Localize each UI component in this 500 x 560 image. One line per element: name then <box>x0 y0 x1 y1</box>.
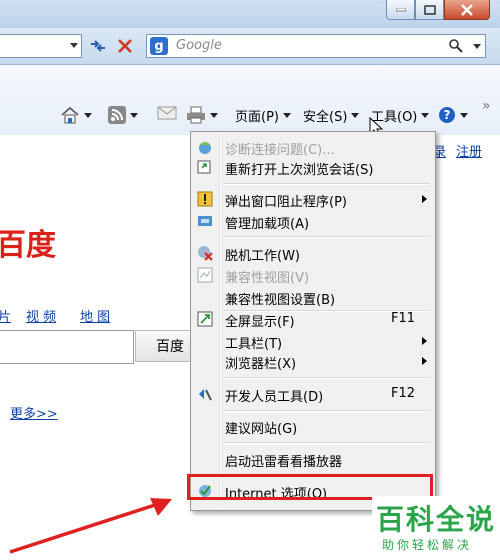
print-dropdown-icon[interactable] <box>210 112 218 118</box>
safety-menu-label: 安全(S) <box>303 110 348 125</box>
menu-item-diagnose[interactable]: 诊断连接问题(C)... <box>191 136 435 158</box>
menu-item-label: 管理加载项(A) <box>225 217 310 232</box>
minimize-icon <box>395 7 406 11</box>
menu-item-shortcut: F11 <box>390 311 415 326</box>
popup-blocker-icon <box>197 191 213 207</box>
page-menu-caret-icon <box>282 113 291 118</box>
menu-separator <box>223 410 429 412</box>
fullscreen-icon <box>197 311 213 327</box>
dev-tools-icon <box>199 389 212 401</box>
menu-item-suggested-sites[interactable]: 建议网站(G) <box>191 415 435 437</box>
submenu-arrow-icon <box>422 357 427 365</box>
address-bar-row: g Google <box>0 28 500 65</box>
rss-feed-icon <box>108 106 126 124</box>
svg-text:?: ? <box>444 108 451 122</box>
menu-item-label: 重新打开上次浏览会话(S) <box>225 163 374 178</box>
feeds-dropdown-icon[interactable] <box>130 112 138 118</box>
stop-button[interactable] <box>115 36 135 56</box>
watermark-subtitle: 助你轻松解决 <box>382 538 473 552</box>
baidu-logo: 百度 <box>0 228 56 263</box>
tools-dropdown-menu: 诊断连接问题(C)... 重新打开上次浏览会话(S) 弹出窗口阻止程序(P) 管… <box>190 131 436 511</box>
submenu-arrow-icon <box>422 195 427 203</box>
close-icon <box>461 3 473 16</box>
safety-menu[interactable]: 安全(S) <box>303 106 360 125</box>
home-button[interactable] <box>60 106 92 124</box>
watermark-title: 百科全说 <box>376 503 497 536</box>
page-menu[interactable]: 页面(P) <box>235 106 291 125</box>
nav-link-video[interactable]: 视 频 <box>26 306 56 325</box>
watermark: 百科全说 助你轻松解决 <box>372 496 500 560</box>
tools-menu-caret-icon <box>421 113 430 118</box>
title-bar <box>0 0 500 28</box>
print-button[interactable] <box>186 106 218 124</box>
menu-item-developer-tools[interactable]: 开发人员工具(D) F12 <box>191 383 435 405</box>
menu-item-label: 开发人员工具(D) <box>225 390 324 405</box>
baidu-search-button[interactable]: 百度 <box>135 330 195 362</box>
search-input[interactable]: g Google <box>146 34 486 58</box>
menu-separator <box>223 377 429 379</box>
menu-item-manage-addons[interactable]: 管理加载项(A) <box>191 210 435 232</box>
google-search-provider-icon: g <box>150 37 168 55</box>
mail-icon <box>157 106 177 120</box>
reopen-session-icon <box>197 160 211 174</box>
menu-item-label: 浏览器栏(X) <box>225 357 297 372</box>
menu-item-label: 弹出窗口阻止程序(P) <box>225 195 347 210</box>
nav-link-map[interactable]: 地 图 <box>80 306 110 325</box>
refresh-icon <box>91 40 105 52</box>
close-button[interactable] <box>444 0 490 20</box>
printer-icon <box>187 106 205 124</box>
menu-item-label: 全屏显示(F) <box>225 315 295 330</box>
compat-view-icon <box>197 267 213 283</box>
more-link[interactable]: 更多>> <box>10 403 58 422</box>
minimize-button[interactable] <box>386 0 415 20</box>
menu-item-label: 启动迅雷看看播放器 <box>225 455 343 470</box>
red-arrow-annotation <box>9 498 172 554</box>
menu-item-shortcut: F12 <box>390 386 415 401</box>
search-options-icon[interactable] <box>473 44 481 49</box>
menu-item-compat-view[interactable]: 兼容性视图(V) <box>191 264 435 286</box>
menu-item-label: 建议网站(G) <box>225 422 298 437</box>
window-controls <box>386 0 490 20</box>
page-menu-label: 页面(P) <box>235 110 279 125</box>
address-input[interactable] <box>0 34 82 58</box>
search-placeholder: Google <box>176 38 222 53</box>
menu-separator <box>223 183 429 185</box>
menu-separator <box>223 442 429 444</box>
read-mail-button[interactable] <box>157 106 177 120</box>
menu-item-compat-view-settings[interactable]: 兼容性视图设置(B) <box>191 286 435 308</box>
search-icon[interactable] <box>449 39 463 53</box>
menu-item-label: 脱机工作(W) <box>225 249 300 264</box>
home-icon <box>61 106 79 124</box>
offline-icon <box>198 246 213 261</box>
submenu-arrow-icon <box>422 337 427 345</box>
menu-item-reopen-session[interactable]: 重新打开上次浏览会话(S) <box>191 156 435 178</box>
safety-menu-caret-icon <box>351 113 360 118</box>
maximize-icon <box>423 4 436 15</box>
nav-link-images[interactable]: 片 <box>0 306 11 325</box>
stop-icon <box>118 39 132 53</box>
address-dropdown-icon[interactable] <box>70 43 78 48</box>
home-dropdown-icon[interactable] <box>84 112 92 118</box>
addons-icon <box>198 216 212 226</box>
menu-separator <box>223 236 429 238</box>
chevron-overflow-icon[interactable]: » <box>482 98 491 114</box>
menu-item-label: 兼容性视图(V) <box>225 271 310 286</box>
maximize-button[interactable] <box>415 0 444 20</box>
menu-item-popup-blocker[interactable]: 弹出窗口阻止程序(P) <box>191 188 435 210</box>
register-link[interactable]: 注册 <box>456 141 482 160</box>
baidu-search-input[interactable] <box>0 330 134 364</box>
menu-item-toolbars[interactable]: 工具栏(T) <box>191 330 435 352</box>
menu-item-explorer-bars[interactable]: 浏览器栏(X) <box>191 350 435 372</box>
menu-item-label: 兼容性视图设置(B) <box>225 293 336 308</box>
help-icon: ? <box>439 107 455 123</box>
feeds-button[interactable] <box>108 106 138 124</box>
menu-item-xunlei-player[interactable]: 启动迅雷看看播放器 <box>191 448 435 470</box>
diagnose-icon <box>199 142 211 154</box>
help-button[interactable]: ? <box>438 106 468 124</box>
menu-item-work-offline[interactable]: 脱机工作(W) <box>191 242 435 264</box>
refresh-button[interactable] <box>88 36 108 56</box>
help-dropdown-icon[interactable] <box>460 112 468 118</box>
menu-item-fullscreen[interactable]: 全屏显示(F) F11 <box>191 308 435 330</box>
